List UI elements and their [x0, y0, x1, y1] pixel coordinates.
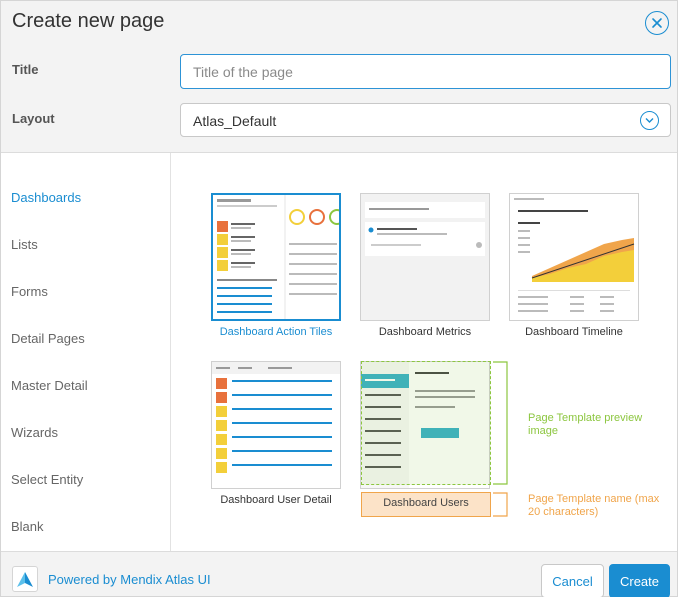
title-label: Title	[12, 62, 39, 77]
sidebar-item-master-detail[interactable]: Master Detail	[11, 378, 88, 393]
mendix-atlas-logo-icon	[12, 566, 38, 592]
template-preview-image	[211, 193, 341, 321]
annotation-preview-image: Page Template preview image	[528, 412, 643, 437]
template-name: Dashboard Users	[383, 497, 469, 509]
create-button[interactable]: Create	[609, 564, 670, 597]
template-name: Dashboard Timeline	[525, 326, 623, 338]
preview-image-highlight	[361, 361, 491, 485]
annotation-template-name: Page Template name (max 20 characters)	[528, 493, 660, 518]
dialog-title: Create new page	[12, 10, 165, 32]
close-icon	[652, 18, 662, 28]
chevron-down-icon	[640, 111, 659, 130]
template-preview-image	[509, 193, 639, 321]
sidebar-item-forms[interactable]: Forms	[11, 284, 48, 299]
sidebar-item-lists[interactable]: Lists	[11, 237, 38, 252]
sidebar-item-dashboards[interactable]: Dashboards	[11, 190, 81, 205]
template-name: Dashboard User Detail	[220, 494, 332, 506]
powered-by-link[interactable]: Powered by Mendix Atlas UI	[48, 572, 211, 587]
cancel-button[interactable]: Cancel	[541, 564, 604, 597]
sidebar-item-select-entity[interactable]: Select Entity	[11, 472, 83, 487]
dialog-footer: Powered by Mendix Atlas UI Cancel Create	[1, 551, 677, 597]
close-button[interactable]	[645, 11, 669, 35]
template-preview-image	[360, 193, 490, 321]
create-page-dialog: Create new page Title Layout Atlas_Defau…	[0, 0, 678, 597]
layout-selected-value: Atlas_Default	[193, 113, 277, 129]
template-name-highlight: Dashboard Users	[361, 492, 491, 517]
dialog-header: Create new page Title Layout Atlas_Defau…	[1, 1, 677, 153]
sidebar-item-wizards[interactable]: Wizards	[11, 425, 58, 440]
sidebar-item-detail-pages[interactable]: Detail Pages	[11, 331, 85, 346]
annotation-brackets	[493, 361, 508, 517]
sidebar-item-blank[interactable]: Blank	[11, 519, 44, 534]
template-category-sidebar: Dashboards Lists Forms Detail Pages Mast…	[1, 153, 171, 551]
layout-select[interactable]: Atlas_Default	[180, 103, 671, 137]
title-input[interactable]	[180, 54, 671, 89]
layout-label: Layout	[12, 111, 55, 126]
template-preview-image	[211, 361, 341, 489]
